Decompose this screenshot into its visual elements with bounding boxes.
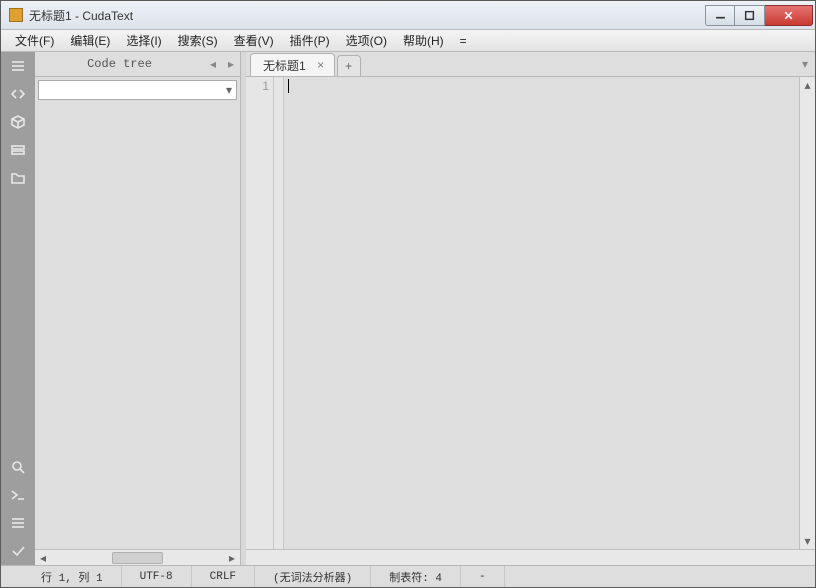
tab-add-button[interactable]: + (337, 55, 361, 76)
scroll-right-icon[interactable]: ▸ (224, 551, 240, 565)
scroll-down-icon[interactable]: ▾ (800, 533, 815, 549)
menu-options[interactable]: 选项(O) (338, 30, 395, 51)
line-number-gutter: 1 (246, 77, 274, 549)
status-extra[interactable]: - (461, 566, 505, 587)
minimize-button[interactable] (705, 5, 735, 26)
code-tree-area[interactable] (35, 103, 240, 549)
side-panel-filter[interactable]: ▾ (38, 80, 237, 100)
side-panel: Code tree ◂ ▸ ▾ ◂ ▸ (35, 52, 241, 565)
statusbar: 行 1, 列 1 UTF-8 CRLF (无词法分析器) 制表符: 4 - (1, 565, 815, 587)
menu-view[interactable]: 查看(V) (226, 30, 282, 51)
menu-file[interactable]: 文件(F) (7, 30, 62, 51)
gutter-code-icon[interactable] (1, 80, 35, 108)
side-panel-next-icon[interactable]: ▸ (222, 52, 240, 76)
tabbar: 无标题1 × + ▾ (246, 52, 815, 77)
tab-label: 无标题1 (263, 57, 306, 74)
side-panel-filter-dropdown-icon[interactable]: ▾ (222, 83, 236, 97)
caret (288, 79, 289, 93)
gutter-output-icon[interactable] (1, 509, 35, 537)
menu-search[interactable]: 搜索(S) (170, 30, 226, 51)
editor-hscroll[interactable] (246, 549, 815, 565)
maximize-button[interactable] (735, 5, 765, 26)
menu-edit[interactable]: 编辑(E) (62, 30, 118, 51)
gutter-console-icon[interactable] (1, 481, 35, 509)
editor-text-area[interactable] (284, 77, 799, 549)
titlebar: 无标题1 - CudaText (1, 1, 815, 30)
side-panel-filter-input[interactable] (39, 84, 222, 96)
menu-plugins[interactable]: 插件(P) (282, 30, 338, 51)
side-panel-hscroll[interactable]: ◂ ▸ (35, 549, 240, 565)
gutter-project-icon[interactable] (1, 108, 35, 136)
tab-active[interactable]: 无标题1 × (250, 53, 335, 76)
app-icon (9, 8, 23, 22)
editor-vscroll[interactable]: ▴ ▾ (799, 77, 815, 549)
scroll-thumb[interactable] (112, 552, 164, 564)
status-line-ending[interactable]: CRLF (192, 566, 255, 587)
plus-icon: + (345, 59, 352, 73)
menubar: 文件(F) 编辑(E) 选择(I) 搜索(S) 查看(V) 插件(P) 选项(O… (1, 30, 815, 52)
gutter-folder-icon[interactable] (1, 164, 35, 192)
sidebar-gutter (1, 52, 35, 565)
gutter-menu-icon[interactable] (1, 52, 35, 80)
side-panel-prev-icon[interactable]: ◂ (204, 52, 222, 76)
line-number: 1 (246, 79, 269, 93)
status-encoding[interactable]: UTF-8 (122, 566, 192, 587)
tab-menu-icon[interactable]: ▾ (797, 56, 813, 72)
status-position[interactable]: 行 1, 列 1 (1, 566, 122, 587)
scroll-left-icon[interactable]: ◂ (35, 551, 51, 565)
scroll-up-icon[interactable]: ▴ (800, 77, 815, 93)
window-title: 无标题1 - CudaText (29, 7, 705, 24)
fold-gutter (274, 77, 284, 549)
gutter-search-icon[interactable] (1, 453, 35, 481)
status-lexer[interactable]: (无词法分析器) (255, 566, 371, 587)
side-panel-title: Code tree (35, 57, 204, 71)
menu-extra[interactable]: = (452, 32, 475, 50)
gutter-validate-icon[interactable] (1, 537, 35, 565)
status-tab-size[interactable]: 制表符: 4 (371, 566, 461, 587)
menu-select[interactable]: 选择(I) (118, 30, 169, 51)
gutter-tabs-icon[interactable] (1, 136, 35, 164)
close-button[interactable] (765, 5, 813, 26)
tab-close-icon[interactable]: × (314, 58, 328, 72)
menu-help[interactable]: 帮助(H) (395, 30, 452, 51)
